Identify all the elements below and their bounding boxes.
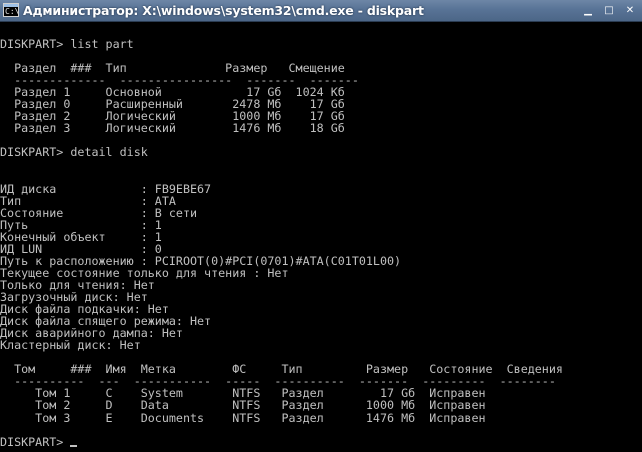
minimize-icon[interactable]: ▁: [578, 3, 598, 18]
console-output[interactable]: DISKPART> list part Раздел ### Тип Разме…: [0, 26, 642, 452]
command-prompt-line: DISKPART> detail disk: [0, 145, 148, 160]
console-line: ИД диска : FB9EBE67: [0, 181, 212, 196]
title-bar[interactable]: C:\ Администратор: X:\windows\system32\c…: [0, 0, 642, 22]
window-title: Администратор: X:\windows\system32\cmd.e…: [23, 3, 424, 18]
console-line: Том 2 D Data NTFS Раздел 1000 Mб Исправе…: [0, 398, 486, 413]
command-prompt-line: DISKPART> list part: [0, 37, 134, 52]
cmd-icon[interactable]: C:\: [3, 3, 19, 17]
console-line: Кластерный диск: Нет: [0, 338, 141, 353]
text-cursor: [70, 444, 78, 447]
close-icon[interactable]: ✕: [620, 3, 640, 18]
console-line: Том 3 E Documents NTFS Раздел 1476 Mб Ис…: [0, 410, 486, 425]
console-line: Раздел 3 Логический 1476 Mб 18 Gб: [0, 121, 345, 136]
console-line: Путь : 1: [0, 217, 162, 232]
command-prompt-line: DISKPART>: [0, 436, 642, 448]
console-line: Тип : ATA: [0, 193, 176, 208]
console-line: Состояние : В сети: [0, 205, 198, 220]
maximize-icon[interactable]: □: [599, 3, 619, 18]
